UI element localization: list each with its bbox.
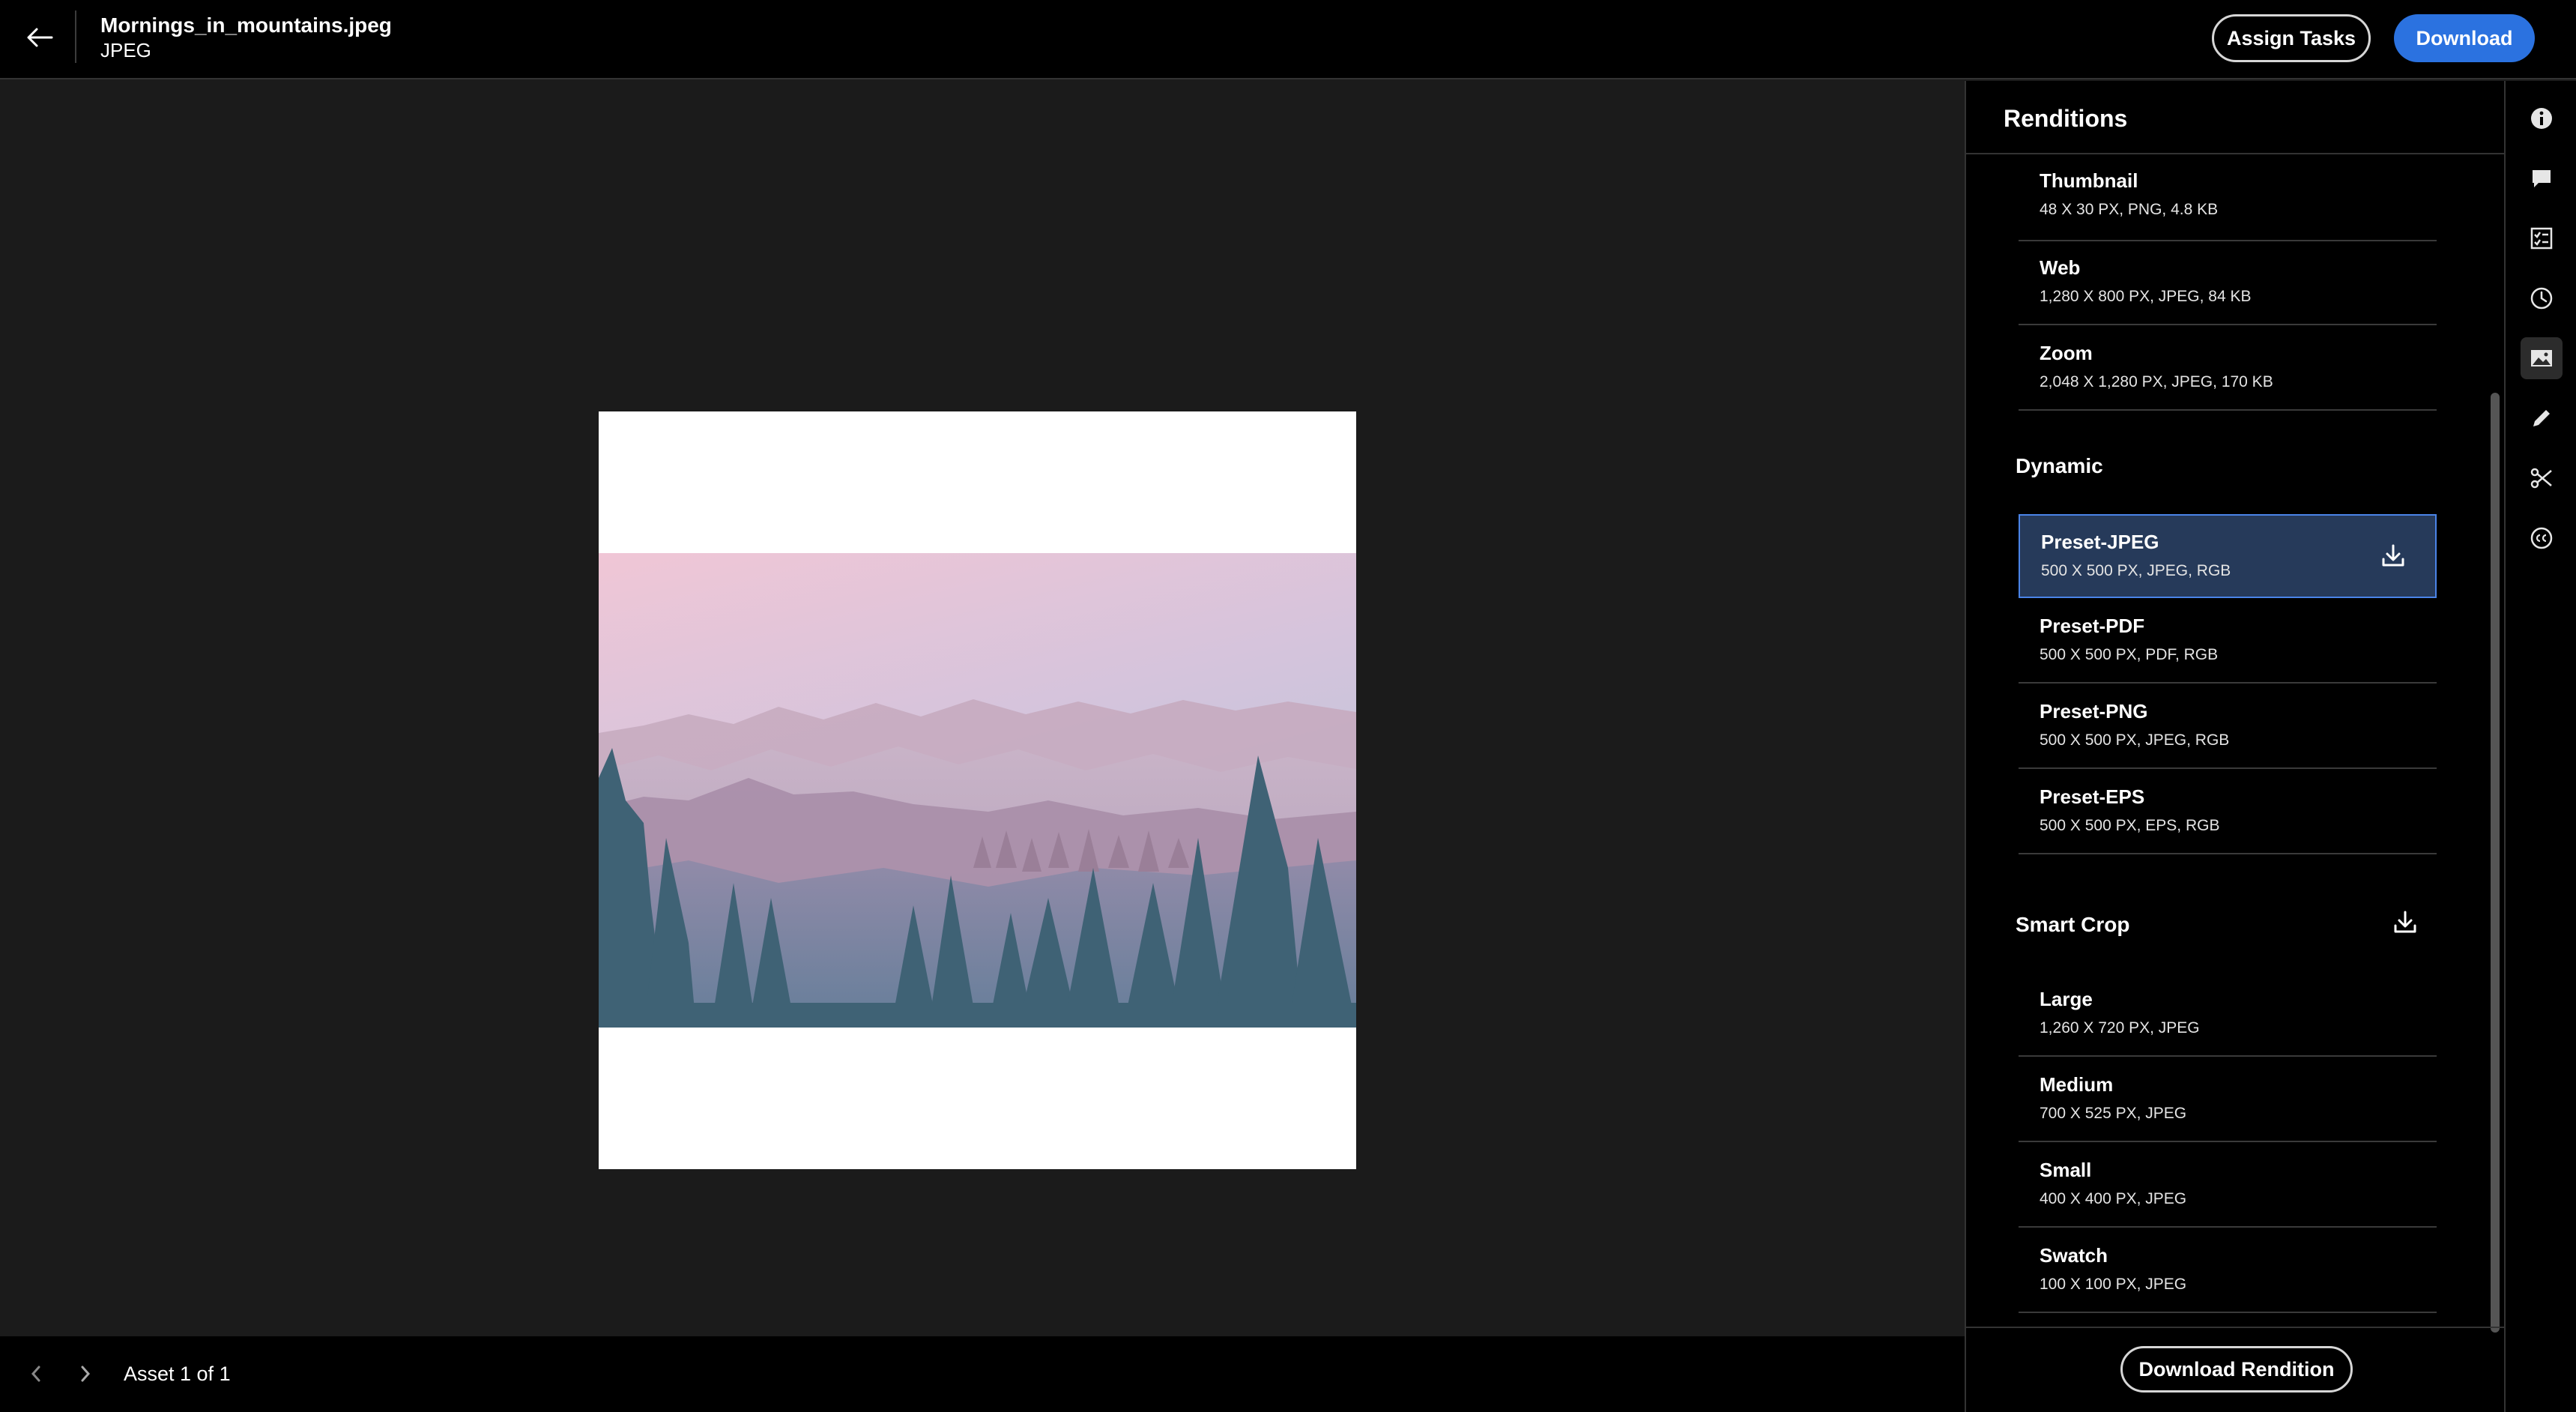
rendition-item-preset-jpeg[interactable]: Preset-JPEG 500 X 500 PX, JPEG, RGB (2019, 514, 2437, 598)
edit-button[interactable] (2521, 397, 2563, 439)
info-icon (2531, 108, 2552, 129)
history-icon (2530, 287, 2553, 310)
rendition-name: Preset-EPS (2040, 785, 2145, 808)
comment-icon (2533, 170, 2551, 187)
arrow-left-icon (27, 28, 53, 47)
renditions-panel: Renditions Thumbnail 48 X 30 PX, PNG, 4.… (1965, 81, 2506, 1412)
rendition-meta: 700 X 525 PX, JPEG (2040, 1105, 2187, 1122)
rendition-name: Preset-PDF (2040, 615, 2145, 637)
section-label-dynamic: Dynamic (2016, 454, 2103, 477)
mountain-landscape-image (599, 553, 1356, 1028)
rendition-meta: 500 X 500 PX, JPEG, RGB (2040, 731, 2230, 749)
asset-viewer (0, 81, 1965, 1336)
previous-asset-button[interactable] (21, 1359, 51, 1389)
rendition-meta: 400 X 400 PX, JPEG (2040, 1190, 2187, 1207)
comments-button[interactable] (2521, 157, 2563, 199)
tasks-icon (2530, 227, 2553, 250)
rendition-item-preset-png[interactable]: Preset-PNG 500 X 500 PX, JPEG, RGB (2019, 685, 2437, 769)
renditions-icon (2531, 350, 2552, 366)
rendition-name: Zoom (2040, 342, 2093, 364)
rendition-item-zoom[interactable]: Zoom 2,048 X 1,280 PX, JPEG, 170 KB (2019, 327, 2437, 411)
asset-preview[interactable] (599, 411, 1356, 1169)
header-divider (75, 10, 76, 63)
rendition-meta: 500 X 500 PX, EPS, RGB (2040, 817, 2220, 834)
assign-tasks-button[interactable]: Assign Tasks (2212, 14, 2371, 62)
file-name: Mornings_in_mountains.jpeg (100, 13, 392, 37)
cut-icon (2530, 468, 2552, 489)
section-label-smart-crop: Smart Crop (2016, 913, 2130, 936)
renditions-list[interactable]: Thumbnail 48 X 30 PX, PNG, 4.8 KB Web 1,… (1966, 154, 2506, 1333)
rendition-item-medium[interactable]: Medium 700 X 525 PX, JPEG (2019, 1058, 2437, 1142)
download-rendition-button[interactable]: Download Rendition (2120, 1346, 2353, 1393)
panel-footer-divider (1966, 1327, 2506, 1328)
download-smart-crop-icon[interactable] (2390, 908, 2420, 938)
next-asset-button[interactable] (70, 1359, 100, 1389)
rendition-name: Preset-PNG (2040, 700, 2148, 722)
file-type: JPEG (100, 39, 151, 61)
back-button[interactable] (21, 19, 58, 56)
rendition-item-preset-pdf[interactable]: Preset-PDF 500 X 500 PX, PDF, RGB (2019, 600, 2437, 684)
edit-icon (2533, 410, 2550, 426)
panel-scrollbar[interactable] (2491, 393, 2500, 1333)
rendition-meta: 48 X 30 PX, PNG, 4.8 KB (2040, 201, 2219, 218)
rendition-item-preset-eps[interactable]: Preset-EPS 500 X 500 PX, EPS, RGB (2019, 770, 2437, 854)
side-rail (2504, 81, 2576, 1412)
creative-cloud-button[interactable] (2521, 517, 2563, 559)
rendition-item-large[interactable]: Large 1,260 X 720 PX, JPEG (2019, 973, 2437, 1057)
asset-counter: Asset 1 of 1 (124, 1363, 231, 1385)
top-bar: Mornings_in_mountains.jpeg JPEG Assign T… (0, 0, 2576, 79)
rendition-item-small[interactable]: Small 400 X 400 PX, JPEG (2019, 1144, 2437, 1228)
cut-button[interactable] (2521, 457, 2563, 499)
rendition-name: Small (2040, 1159, 2092, 1181)
download-icon[interactable] (2378, 541, 2408, 571)
rendition-name: Web (2040, 256, 2081, 279)
rendition-item-web[interactable]: Web 1,280 X 800 PX, JPEG, 84 KB (2019, 241, 2437, 325)
rendition-item-thumbnail[interactable]: Thumbnail 48 X 30 PX, PNG, 4.8 KB (2019, 154, 2437, 241)
rendition-meta: 100 X 100 PX, JPEG (2040, 1276, 2187, 1293)
cc-icon (2530, 527, 2553, 549)
history-button[interactable] (2521, 277, 2563, 319)
rendition-meta: 500 X 500 PX, PDF, RGB (2040, 646, 2219, 663)
rendition-name: Swatch (2040, 1244, 2108, 1267)
asset-navigation-bar: Asset 1 of 1 (0, 1336, 1965, 1412)
tasks-button[interactable] (2521, 217, 2563, 259)
panel-title: Renditions (2004, 105, 2128, 132)
rendition-name: Thumbnail (2040, 169, 2138, 192)
chevron-left-icon (31, 1366, 40, 1382)
rendition-meta: 500 X 500 PX, JPEG, RGB (2041, 562, 2231, 579)
rendition-name: Medium (2040, 1073, 2114, 1096)
download-button[interactable]: Download (2394, 14, 2535, 62)
rendition-meta: 1,280 X 800 PX, JPEG, 84 KB (2040, 288, 2252, 305)
rendition-name: Preset-JPEG (2041, 531, 2159, 553)
rendition-meta: 1,260 X 720 PX, JPEG (2040, 1019, 2200, 1037)
chevron-right-icon (81, 1366, 91, 1382)
rendition-name: Large (2040, 988, 2093, 1010)
rendition-item-swatch[interactable]: Swatch 100 X 100 PX, JPEG (2019, 1229, 2437, 1313)
renditions-button[interactable] (2521, 337, 2563, 379)
info-button[interactable] (2521, 97, 2563, 139)
rendition-meta: 2,048 X 1,280 PX, JPEG, 170 KB (2040, 373, 2273, 390)
